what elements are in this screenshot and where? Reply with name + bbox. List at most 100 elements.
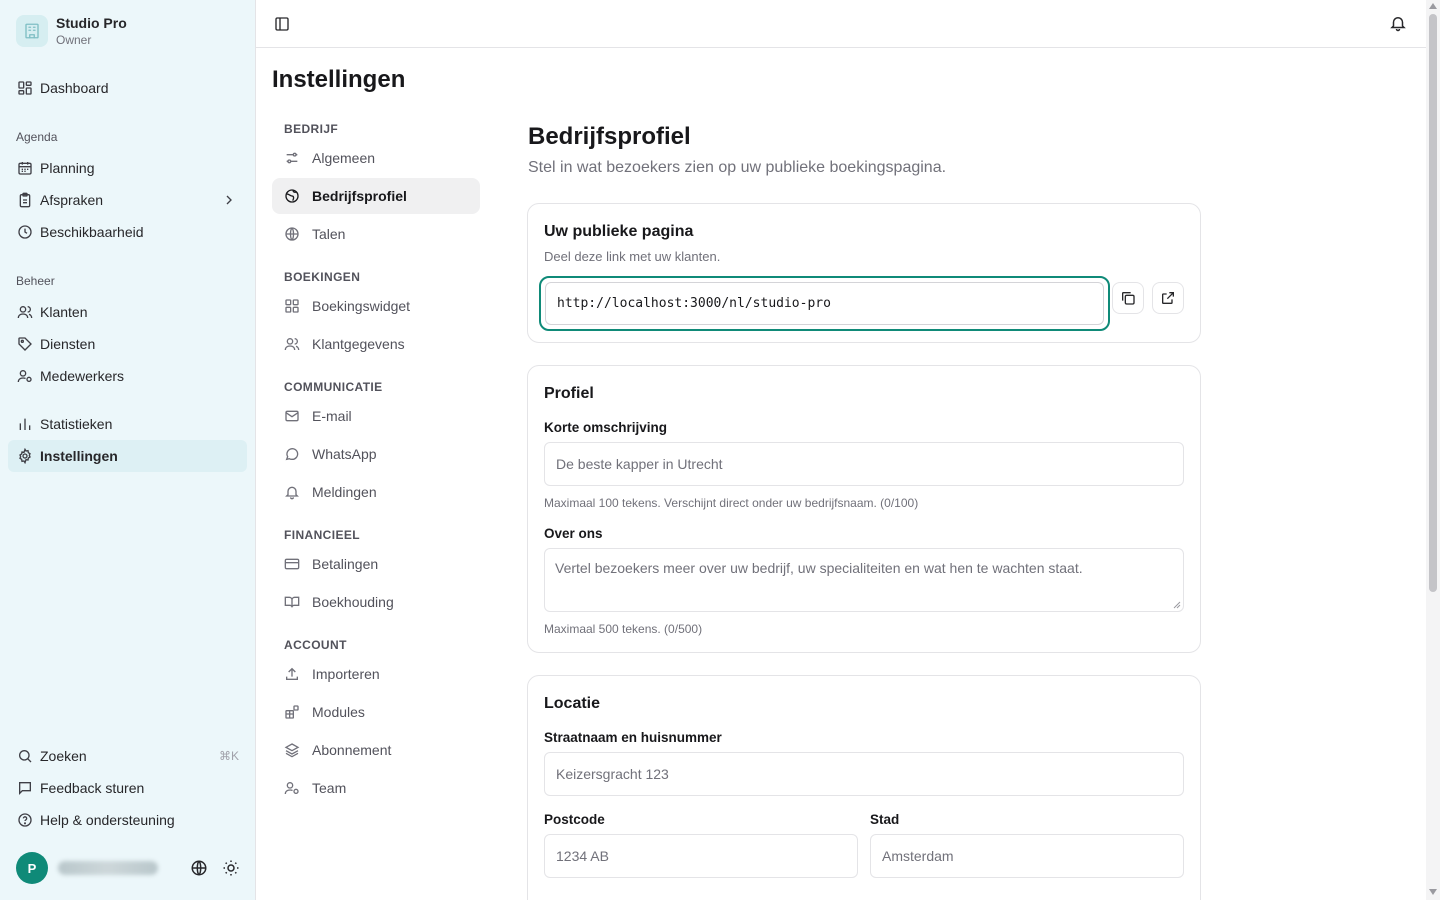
short-description-hint: Maximaal 100 tekens. Verschijnt direct o…	[544, 496, 919, 510]
bell-icon[interactable]	[1389, 14, 1407, 32]
sidebar-item-afspraken[interactable]: Afspraken	[8, 184, 247, 216]
sidebar-item-label: Feedback sturen	[40, 780, 145, 796]
mail-icon	[284, 408, 300, 424]
settings-item-label: Algemeen	[312, 150, 376, 166]
settings-item-bedrijfsprofiel[interactable]: Bedrijfsprofiel	[272, 178, 480, 214]
open-public-page-button[interactable]	[1152, 282, 1184, 314]
brand-switcher[interactable]: Studio Pro Owner	[16, 14, 127, 48]
top-bar	[256, 0, 1426, 48]
resize-grip-icon[interactable]	[1173, 601, 1181, 609]
settings-item-importeren[interactable]: Importeren	[272, 656, 480, 692]
profile-card: Profiel Korte omschrijving De beste kapp…	[527, 365, 1201, 653]
tag-icon	[17, 336, 33, 352]
settings-item-abonnement[interactable]: Abonnement	[272, 732, 480, 768]
user-menu[interactable]: P	[16, 852, 246, 884]
street-label: Straatnaam en huisnummer	[544, 730, 722, 745]
settings-section-bedrijf: BEDRIJF	[284, 122, 339, 136]
short-description-label: Korte omschrijving	[544, 420, 668, 435]
settings-item-boekingswidget[interactable]: Boekingswidget	[272, 288, 480, 324]
public-page-description: Deel deze link met uw klanten.	[544, 249, 721, 264]
settings-item-label: Meldingen	[312, 484, 377, 500]
sidebar-item-klanten[interactable]: Klanten	[8, 296, 247, 328]
settings-item-algemeen[interactable]: Algemeen	[272, 140, 480, 176]
gear-icon	[17, 448, 33, 464]
settings-item-klantgegevens[interactable]: Klantgegevens	[272, 326, 480, 362]
page-title: Instellingen	[272, 66, 406, 93]
sidebar-item-feedback[interactable]: Feedback sturen	[8, 772, 247, 804]
settings-item-meldingen[interactable]: Meldingen	[272, 474, 480, 510]
clock-icon	[17, 224, 33, 240]
upload-icon	[284, 666, 300, 682]
short-description-input[interactable]: De beste kapper in Utrecht	[544, 442, 1184, 486]
book-open-icon	[284, 594, 300, 610]
sidebar-item-dashboard[interactable]: Dashboard	[8, 72, 247, 104]
settings-section-account: ACCOUNT	[284, 638, 347, 652]
settings-item-betalingen[interactable]: Betalingen	[272, 546, 480, 582]
settings-item-label: Abonnement	[312, 742, 392, 758]
settings-item-label: Boekingswidget	[312, 298, 411, 314]
sidebar-item-medewerkers[interactable]: Medewerkers	[8, 360, 247, 392]
sidebar-item-instellingen[interactable]: Instellingen	[8, 440, 247, 472]
settings-item-label: Betalingen	[312, 556, 379, 572]
sidebar-item-help[interactable]: Help & ondersteuning	[8, 804, 247, 836]
sun-icon[interactable]	[222, 859, 240, 877]
brand-name: Studio Pro	[56, 15, 127, 31]
settings-item-whatsapp[interactable]: WhatsApp	[272, 436, 480, 472]
profile-title: Profiel	[544, 385, 594, 402]
scrollbar[interactable]	[1426, 0, 1440, 900]
globe-icon[interactable]	[190, 859, 208, 877]
settings-item-team[interactable]: Team	[272, 770, 480, 806]
settings-item-label: Bedrijfsprofiel	[312, 188, 407, 204]
scroll-down-arrow[interactable]	[1429, 889, 1437, 895]
sidebar-item-label: Zoeken	[40, 748, 87, 764]
sidebar-toggle-icon[interactable]	[274, 16, 290, 32]
settings-section-boekingen: BOEKINGEN	[284, 270, 361, 284]
about-textarea[interactable]: Vertel bezoekers meer over uw bedrijf, u…	[544, 548, 1184, 612]
settings-item-boekhouding[interactable]: Boekhouding	[272, 584, 480, 620]
about-hint: Maximaal 500 tekens. (0/500)	[544, 622, 703, 636]
scroll-up-arrow[interactable]	[1429, 3, 1437, 9]
public-url-input[interactable]: http://localhost:3000/nl/studio-pro	[545, 282, 1104, 325]
copy-url-button[interactable]	[1112, 282, 1144, 314]
content-subtitle: Stel in wat bezoekers zien op uw publiek…	[528, 159, 947, 176]
brand-role: Owner	[56, 33, 92, 47]
sidebar-item-statistieken[interactable]: Statistieken	[8, 408, 247, 440]
message-square-icon	[17, 780, 33, 796]
content-title: Bedrijfsprofiel	[528, 123, 691, 150]
scrollbar-thumb[interactable]	[1429, 14, 1437, 592]
sidebar: Studio Pro Owner Dashboard Agenda Planni…	[0, 0, 256, 900]
sidebar-item-planning[interactable]: Planning	[8, 152, 247, 184]
about-label: Over ons	[544, 526, 603, 541]
settings-item-talen[interactable]: Talen	[272, 216, 480, 252]
location-card: Locatie Straatnaam en huisnummer Keizers…	[527, 675, 1201, 900]
postcode-input[interactable]: 1234 AB	[544, 834, 858, 878]
sidebar-item-label: Dashboard	[40, 80, 109, 96]
external-link-icon	[1160, 290, 1176, 306]
user-cog-icon	[284, 780, 300, 796]
building-icon	[16, 15, 48, 47]
sidebar-item-label: Help & ondersteuning	[40, 812, 175, 828]
postcode-label: Postcode	[544, 812, 605, 827]
sidebar-item-diensten[interactable]: Diensten	[8, 328, 247, 360]
about-placeholder: Vertel bezoekers meer over uw bedrijf, u…	[555, 560, 1083, 576]
message-circle-icon	[284, 446, 300, 462]
copy-icon	[1120, 290, 1136, 306]
settings-item-label: E-mail	[312, 408, 352, 424]
avatar[interactable]: P	[16, 852, 48, 884]
users-icon	[17, 304, 33, 320]
settings-item-email[interactable]: E-mail	[272, 398, 480, 434]
sidebar-item-beschikbaarheid[interactable]: Beschikbaarheid	[8, 216, 247, 248]
public-url-focus-ring: http://localhost:3000/nl/studio-pro	[539, 276, 1110, 331]
globe-profile-icon	[284, 188, 300, 204]
settings-item-label: Klantgegevens	[312, 336, 405, 352]
sidebar-item-zoeken[interactable]: Zoeken ⌘K	[8, 740, 247, 772]
street-input[interactable]: Keizersgracht 123	[544, 752, 1184, 796]
city-input[interactable]: Amsterdam	[870, 834, 1184, 878]
city-label: Stad	[870, 812, 900, 827]
chevron-right-icon[interactable]	[221, 192, 237, 208]
search-shortcut: ⌘K	[218, 749, 239, 763]
settings-item-modules[interactable]: Modules	[272, 694, 480, 730]
blocks-icon	[284, 704, 300, 720]
location-title: Locatie	[544, 695, 601, 712]
settings-section-communicatie: COMMUNICATIE	[284, 380, 383, 394]
